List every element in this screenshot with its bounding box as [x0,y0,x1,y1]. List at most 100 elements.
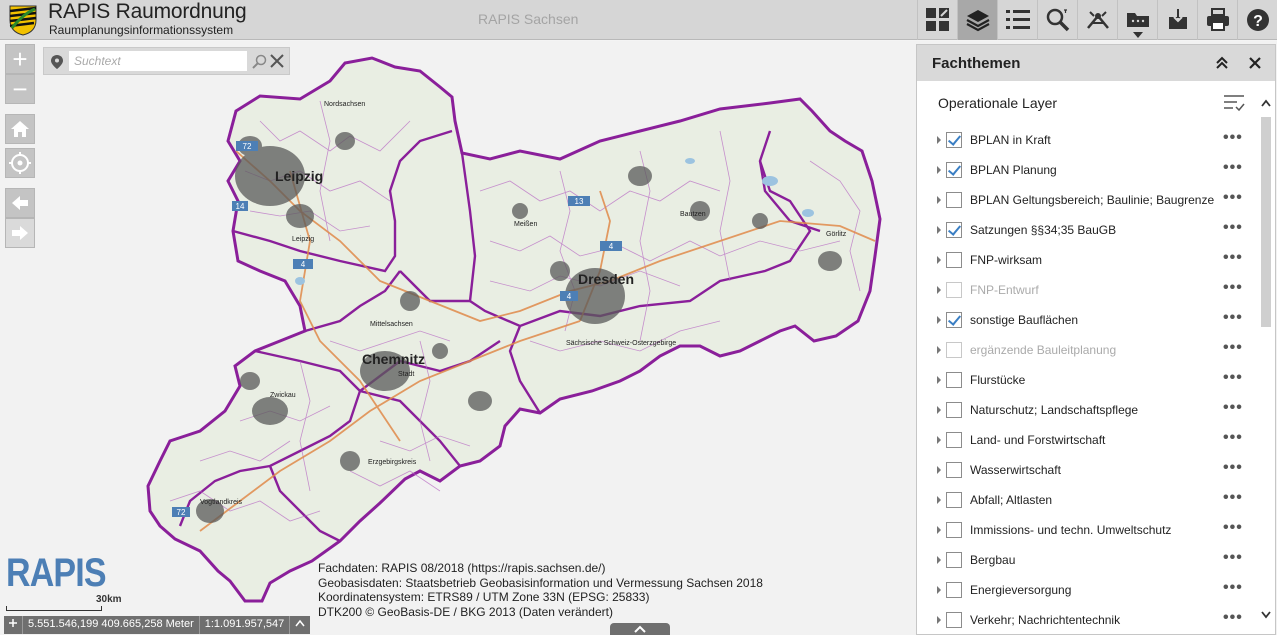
layer-options-button[interactable]: ••• [1223,130,1243,146]
layer-visibility-checkbox[interactable] [946,342,962,358]
expand-arrow-icon[interactable] [937,136,941,144]
chevron-down-icon[interactable] [1261,607,1271,621]
layer-options-button[interactable]: ••• [1223,610,1243,626]
coordinate-toggle-button[interactable] [4,616,23,634]
layer-list-button[interactable] [997,0,1037,40]
layers-button[interactable] [957,0,997,40]
edit-button[interactable] [1157,0,1197,40]
search-button[interactable] [1037,0,1077,40]
layer-visibility-checkbox[interactable] [946,162,962,178]
expand-arrow-icon[interactable] [937,616,941,624]
expand-arrow-icon[interactable] [937,346,941,354]
layer-row[interactable]: BPLAN in Kraft ••• [917,125,1257,155]
layer-visibility-checkbox[interactable] [946,462,962,478]
expand-arrow-icon[interactable] [937,526,941,534]
next-extent-button[interactable] [5,218,35,248]
measure-button[interactable] [1077,0,1117,40]
layer-row[interactable]: Energieversorgung ••• [917,575,1257,605]
layer-options-button[interactable]: ••• [1223,550,1243,566]
attribution-line: DTK200 © GeoBasis-DE / BKG 2013 (Daten v… [318,604,613,619]
layer-options-button[interactable]: ••• [1223,310,1243,326]
help-button[interactable]: ? [1237,0,1277,40]
layer-options-button[interactable]: ••• [1223,250,1243,266]
expand-arrow-icon[interactable] [937,226,941,234]
expand-arrow-icon[interactable] [937,166,941,174]
bottom-panel-toggle[interactable] [610,623,670,635]
layer-options-button[interactable]: ••• [1223,580,1243,596]
expand-arrow-icon[interactable] [937,196,941,204]
coordinate-bar-collapse-button[interactable] [290,616,310,634]
place-label: Vogtlandkreis [200,499,243,506]
expand-arrow-icon[interactable] [937,256,941,264]
layer-row[interactable]: FNP-wirksam ••• [917,245,1257,275]
saxony-map[interactable]: 72 14 4 13 4 4 72 Nordsachsen Leipzig Me… [0,41,916,635]
expand-arrow-icon[interactable] [937,556,941,564]
expand-arrow-icon[interactable] [937,286,941,294]
layer-visibility-checkbox[interactable] [946,582,962,598]
zoom-out-button[interactable]: − [5,74,35,104]
layer-options-button[interactable]: ••• [1223,370,1243,386]
bookmark-button[interactable] [1117,0,1157,40]
basemap-gallery-button[interactable] [917,0,957,40]
panel-scrollbar[interactable] [1259,95,1273,623]
layer-row[interactable]: ergänzende Bauleitplanung ••• [917,335,1257,365]
layer-row[interactable]: Naturschutz; Landschaftspflege ••• [917,395,1257,425]
layer-options-button[interactable]: ••• [1223,520,1243,536]
layer-row[interactable]: Verkehr; Nachrichtentechnik ••• [917,605,1257,635]
layer-row[interactable]: Satzungen §§34;35 BauGB ••• [917,215,1257,245]
expand-arrow-icon[interactable] [937,406,941,414]
layer-options-button[interactable]: ••• [1223,190,1243,206]
layer-visibility-checkbox[interactable] [946,552,962,568]
close-icon[interactable] [270,54,284,68]
expand-arrow-icon[interactable] [937,586,941,594]
zoom-in-button[interactable]: + [5,44,35,74]
layer-row[interactable]: BPLAN Planung ••• [917,155,1257,185]
layer-visibility-checkbox[interactable] [946,402,962,418]
filter-list-icon[interactable] [1223,94,1245,112]
layer-options-button[interactable]: ••• [1223,220,1243,236]
layer-visibility-checkbox[interactable] [946,222,962,238]
layer-visibility-checkbox[interactable] [946,132,962,148]
locate-button[interactable] [5,148,35,178]
expand-arrow-icon[interactable] [937,436,941,444]
layer-options-button[interactable]: ••• [1223,160,1243,176]
layer-visibility-checkbox[interactable] [946,492,962,508]
layer-options-button[interactable]: ••• [1223,430,1243,446]
layer-row[interactable]: Wasserwirtschaft ••• [917,455,1257,485]
layer-row[interactable]: FNP-Entwurf ••• [917,275,1257,305]
layer-visibility-checkbox[interactable] [946,282,962,298]
layer-visibility-checkbox[interactable] [946,312,962,328]
layer-row[interactable]: Immissions- und techn. Umweltschutz ••• [917,515,1257,545]
scroll-thumb[interactable] [1261,117,1271,327]
layer-visibility-checkbox[interactable] [946,522,962,538]
folder-icon [1126,13,1149,27]
layer-row[interactable]: sonstige Bauflächen ••• [917,305,1257,335]
layer-options-button[interactable]: ••• [1223,280,1243,296]
layer-options-button[interactable]: ••• [1223,340,1243,356]
print-button[interactable] [1197,0,1237,40]
layer-row[interactable]: Land- und Forstwirtschaft ••• [917,425,1257,455]
search-icon[interactable] [252,54,268,70]
expand-arrow-icon[interactable] [937,316,941,324]
home-button[interactable] [5,114,35,144]
collapse-icon[interactable] [1213,54,1231,72]
layer-options-button[interactable]: ••• [1223,460,1243,476]
expand-arrow-icon[interactable] [937,376,941,384]
layer-row[interactable]: BPLAN Geltungsbereich; Baulinie; Baugren… [917,185,1257,215]
layer-visibility-checkbox[interactable] [946,372,962,388]
chevron-up-icon[interactable] [1261,97,1271,111]
layer-visibility-checkbox[interactable] [946,432,962,448]
close-icon[interactable] [1246,54,1264,72]
layer-row[interactable]: Bergbau ••• [917,545,1257,575]
layer-options-button[interactable]: ••• [1223,400,1243,416]
expand-arrow-icon[interactable] [937,466,941,474]
layer-row[interactable]: Flurstücke ••• [917,365,1257,395]
layer-visibility-checkbox[interactable] [946,612,962,628]
previous-extent-button[interactable] [5,188,35,218]
layer-visibility-checkbox[interactable] [946,192,962,208]
layer-options-button[interactable]: ••• [1223,490,1243,506]
layer-visibility-checkbox[interactable] [946,252,962,268]
expand-arrow-icon[interactable] [937,496,941,504]
layer-row[interactable]: Abfall; Altlasten ••• [917,485,1257,515]
search-input[interactable] [69,51,247,71]
